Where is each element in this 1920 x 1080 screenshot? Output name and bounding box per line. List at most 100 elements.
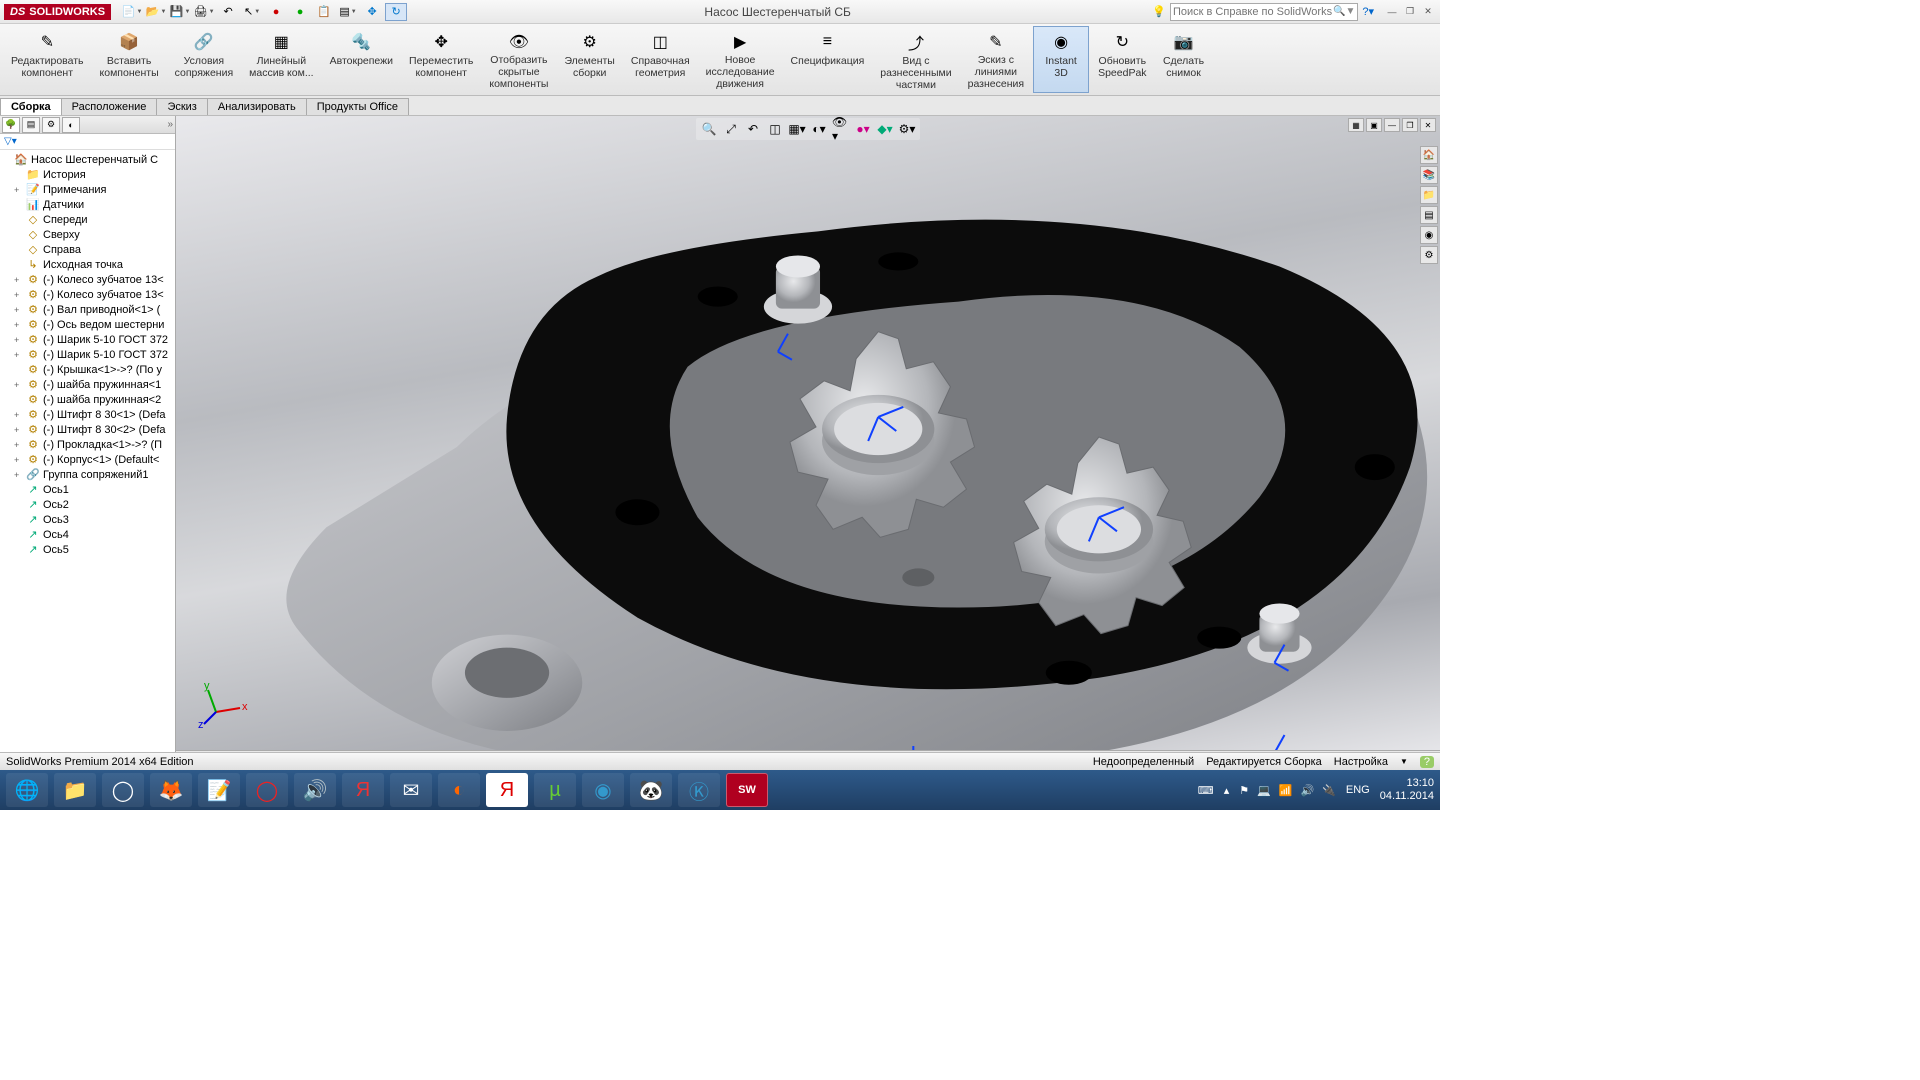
tree-expander[interactable]: + [14,425,23,435]
rebuild-red-button[interactable]: ● [265,3,287,21]
tree-node[interactable]: ◇Спереди [2,212,173,227]
tree-node[interactable]: +⚙(-) Вал приводной<1> ( [2,302,173,317]
tree-node[interactable]: +⚙(-) Колесо зубчатое 13< [2,287,173,302]
tree-node[interactable]: +⚙(-) шайба пружинная<1 [2,377,173,392]
tree-node[interactable]: ↗Ось3 [2,512,173,527]
open-file-button[interactable]: 📂▼ [145,3,167,21]
new-file-button[interactable]: 📄▼ [121,3,143,21]
tree-node[interactable]: ↗Ось1 [2,482,173,497]
minimize-button[interactable]: — [1384,5,1400,19]
fm-tab-property[interactable]: ▤ [22,117,40,133]
close-button[interactable]: ✕ [1420,5,1436,19]
tree-expander[interactable]: + [14,380,23,390]
tree-node[interactable]: +⚙(-) Колесо зубчатое 13< [2,272,173,287]
ribbon-переместить[interactable]: ✥Переместитькомпонент [402,26,480,93]
options-button[interactable]: 📋 [313,3,335,21]
taskbar-utorrent[interactable]: µ [534,773,576,807]
save-button[interactable]: 💾▼ [169,3,191,21]
tree-node[interactable]: 📁История [2,167,173,182]
fm-tab-config[interactable]: ⚙ [42,117,60,133]
tray-keyboard-icon[interactable]: ⌨ [1198,784,1214,797]
tree-node[interactable]: +⚙(-) Штифт 8 30<2> (Defa [2,422,173,437]
select-button[interactable]: ↖▼ [241,3,263,21]
taskbar-app2[interactable]: ◉ [582,773,624,807]
tree-node[interactable]: ⚙(-) шайба пружинная<2 [2,392,173,407]
ribbon-вставить[interactable]: 📦Вставитькомпоненты [93,26,166,93]
search-icon[interactable]: 🔍▼ [1333,6,1355,17]
tree-expander[interactable]: + [14,305,23,315]
lightbulb-icon[interactable]: 💡 [1152,5,1166,18]
taskbar-explorer[interactable]: 📁 [54,773,96,807]
taskbar-volume[interactable]: 🔊 [294,773,336,807]
taskbar-chrome[interactable]: ◯ [102,773,144,807]
ribbon-редактировать[interactable]: ✎Редактироватькомпонент [4,26,91,93]
tree-node[interactable]: +🔗Группа сопряжений1 [2,467,173,482]
taskbar-solidworks[interactable]: SW [726,773,768,807]
taskbar-panda[interactable]: 🐼 [630,773,672,807]
tree-node[interactable]: ⚙(-) Крышка<1>->? (По у [2,362,173,377]
ribbon-элементы[interactable]: ⚙Элементысборки [557,26,621,93]
status-help-icon[interactable]: ? [1420,756,1434,768]
tray-chevron-icon[interactable]: ▴ [1224,784,1230,797]
viewport[interactable]: 🔍 ⤢ ↶ ◫ ▦▾ ◐▾ 👁▾ ●▾ ◆▾ ⚙▾ ▦ ▣ — ❐ ✕ 🏠 📚 … [176,116,1440,770]
tree-node[interactable]: +⚙(-) Шарик 5-10 ГОСТ 372 [2,332,173,347]
help-search[interactable]: 🔍▼ [1170,3,1358,21]
tree-node[interactable]: 🏠Насос Шестеренчатый С [2,152,173,167]
tray-wifi-icon[interactable]: 📶 [1279,784,1293,797]
taskbar-firefox[interactable]: 🦊 [150,773,192,807]
tree-node[interactable]: ◇Справа [2,242,173,257]
undo-button[interactable]: ↶ [217,3,239,21]
tree-node[interactable]: +⚙(-) Шарик 5-10 ГОСТ 372 [2,347,173,362]
tray-volume-icon[interactable]: 🔊 [1301,784,1315,797]
tree-node[interactable]: ↗Ось5 [2,542,173,557]
feature-tree[interactable]: 🏠Насос Шестеренчатый С📁История+📝Примечан… [0,150,175,756]
tree-node[interactable]: ◇Сверху [2,227,173,242]
ribbon-вид-с[interactable]: ⤴Вид сразнесеннымичастями [873,26,958,93]
ribbon-спецификация[interactable]: ≡Спецификация [784,26,872,93]
taskbar-yandex2[interactable]: Я [486,773,528,807]
tray-flag-icon[interactable]: ⚑ [1239,784,1249,797]
tree-expander[interactable]: + [14,290,23,300]
ribbon-справочная[interactable]: ◫Справочнаягеометрия [624,26,697,93]
fm-tab-display[interactable]: ◐ [62,117,80,133]
tree-node[interactable]: +⚙(-) Корпус<1> (Default< [2,452,173,467]
tree-node[interactable]: ↗Ось4 [2,527,173,542]
tree-node[interactable]: ↗Ось2 [2,497,173,512]
taskbar-yandex[interactable]: Я [342,773,384,807]
command-tab-1[interactable]: Расположение [61,98,158,115]
tree-node[interactable]: 📊Датчики [2,197,173,212]
taskbar-ie[interactable]: 🌐 [6,773,48,807]
ribbon-сделать[interactable]: 📷Сделатьснимок [1156,26,1212,93]
taskbar-notes[interactable]: 📝 [198,773,240,807]
ribbon-условия[interactable]: 🔗Условиясопряжения [168,26,241,93]
rotate-button[interactable]: ↻ [385,3,407,21]
command-tab-4[interactable]: Продукты Office [306,98,409,115]
ribbon-обновить[interactable]: ↻ОбновитьSpeedPak [1091,26,1153,93]
tree-expander[interactable]: + [14,410,23,420]
fm-expand-button[interactable]: » [167,119,173,130]
ribbon-эскиз-с[interactable]: ✎Эскиз слиниямиразнесения [961,26,1031,93]
tree-node[interactable]: +📝Примечания [2,182,173,197]
tree-node[interactable]: +⚙(-) Ось ведом шестерни [2,317,173,332]
tree-expander[interactable]: + [14,275,23,285]
print-button[interactable]: 🖨▼ [193,3,215,21]
command-tab-3[interactable]: Анализировать [207,98,307,115]
taskbar-opera[interactable]: ◯ [246,773,288,807]
tray-clock[interactable]: 13:10 04.11.2014 [1380,777,1434,803]
tree-expander[interactable]: + [14,350,23,360]
tree-expander[interactable]: + [14,455,23,465]
tree-expander[interactable]: + [14,335,23,345]
taskbar-app1[interactable]: ◐ [438,773,480,807]
help-icon[interactable]: ?▾ [1362,5,1374,18]
tree-node[interactable]: ↳Исходная точка [2,257,173,272]
taskbar-kompas[interactable]: Ⓚ [678,773,720,807]
rebuild-green-button[interactable]: ● [289,3,311,21]
ribbon-линейный[interactable]: ▦Линейныймассив ком... [242,26,320,93]
ribbon-новое[interactable]: ▶Новоеисследованиедвижения [699,26,782,93]
tray-network-icon[interactable]: 💻 [1257,784,1271,797]
filter-icon[interactable]: ▽▾ [4,136,17,147]
tree-expander[interactable]: + [14,470,23,480]
fm-tab-tree[interactable]: 🌳 [2,117,20,133]
tree-expander[interactable]: + [14,185,23,195]
tree-node[interactable]: +⚙(-) Штифт 8 30<1> (Defa [2,407,173,422]
